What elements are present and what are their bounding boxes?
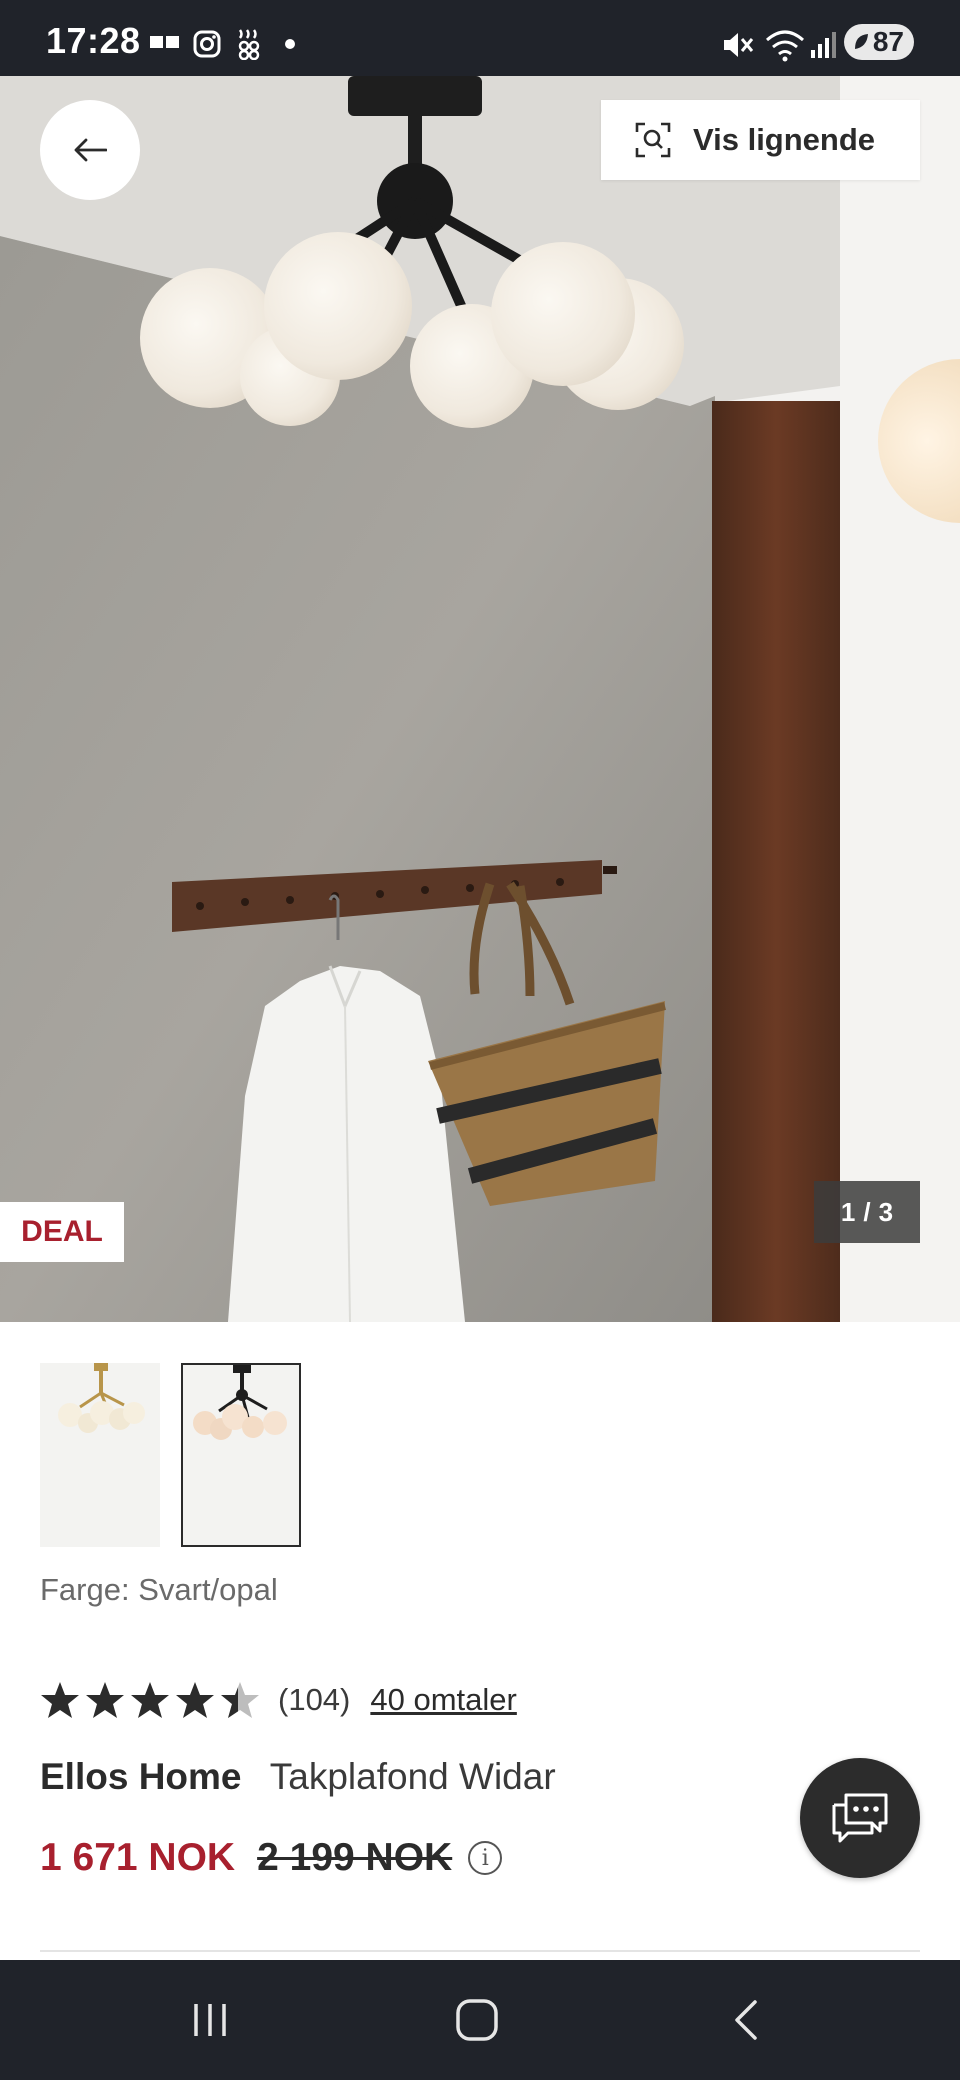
arrow-left-icon	[74, 138, 107, 162]
price-row: 1 671 NOK 2 199 NOK i	[40, 1836, 503, 1880]
reviews-link[interactable]: 40 omtaler	[370, 1682, 516, 1718]
star-icon	[131, 1682, 169, 1718]
instagram-icon	[193, 30, 221, 58]
deal-badge: DEAL	[0, 1202, 124, 1262]
rating-count: (104)	[278, 1682, 351, 1717]
pager-current: 1	[840, 1196, 856, 1227]
recent-apps-button[interactable]	[120, 1960, 300, 2080]
brass-variant-thumbnail[interactable]	[40, 1363, 160, 1547]
half-star-icon	[221, 1682, 259, 1718]
section-divider	[40, 1950, 920, 1952]
messaging-icon	[150, 36, 179, 48]
product-image-carousel[interactable]: Vis lignende DEAL 1 / 3	[0, 76, 960, 1322]
battery-indicator: 87	[844, 24, 914, 60]
chevron-left-icon	[735, 2000, 757, 2040]
show-similar-button[interactable]: Vis lignende	[601, 100, 920, 180]
dot-icon	[285, 39, 295, 49]
status-bar: 17:28 87	[0, 0, 960, 76]
visual-search-icon	[635, 122, 671, 158]
thumbnail-image	[58, 1363, 145, 1433]
status-time: 17:28	[46, 20, 141, 61]
brand-name: Ellos Home	[40, 1756, 242, 1797]
black-variant-thumbnail[interactable]	[181, 1363, 301, 1547]
pager-total: 3	[878, 1196, 894, 1227]
wifi-icon	[766, 30, 804, 62]
home-button[interactable]	[387, 1960, 567, 2080]
thumbnail-image	[193, 1365, 287, 1440]
battery-level: 87	[872, 26, 904, 57]
image-pager: 1 / 3	[814, 1181, 920, 1243]
star-icon	[41, 1682, 79, 1718]
show-similar-label: Vis lignende	[693, 122, 876, 157]
home-icon	[456, 1999, 498, 2041]
rating-summary: (104) 40 omtaler	[40, 1674, 517, 1726]
product-name: Takplafond Widar	[269, 1756, 556, 1797]
star-icon	[176, 1682, 214, 1718]
signal-icon	[811, 32, 836, 58]
app-icon	[238, 29, 260, 60]
product-title: Ellos Home Takplafond Widar	[40, 1756, 556, 1798]
color-label: Farge: Svart/opal	[40, 1572, 278, 1607]
original-price: 2 199 NOK	[257, 1836, 453, 1879]
pager-separator: /	[863, 1196, 871, 1227]
battery-saver-icon	[855, 34, 868, 49]
recent-apps-icon	[194, 2004, 226, 2036]
system-navigation-bar	[0, 1960, 960, 2080]
price-info-icon[interactable]: i	[468, 1841, 503, 1875]
product-photo	[0, 76, 960, 1322]
mute-icon	[724, 33, 754, 57]
back-nav-button[interactable]	[656, 1960, 836, 2080]
chat-button[interactable]	[800, 1758, 920, 1878]
chat-bubbles-icon	[832, 1793, 888, 1843]
current-price: 1 671 NOK	[40, 1836, 236, 1879]
star-icon	[86, 1682, 124, 1718]
back-button[interactable]	[40, 100, 140, 200]
star-rating	[41, 1682, 259, 1718]
